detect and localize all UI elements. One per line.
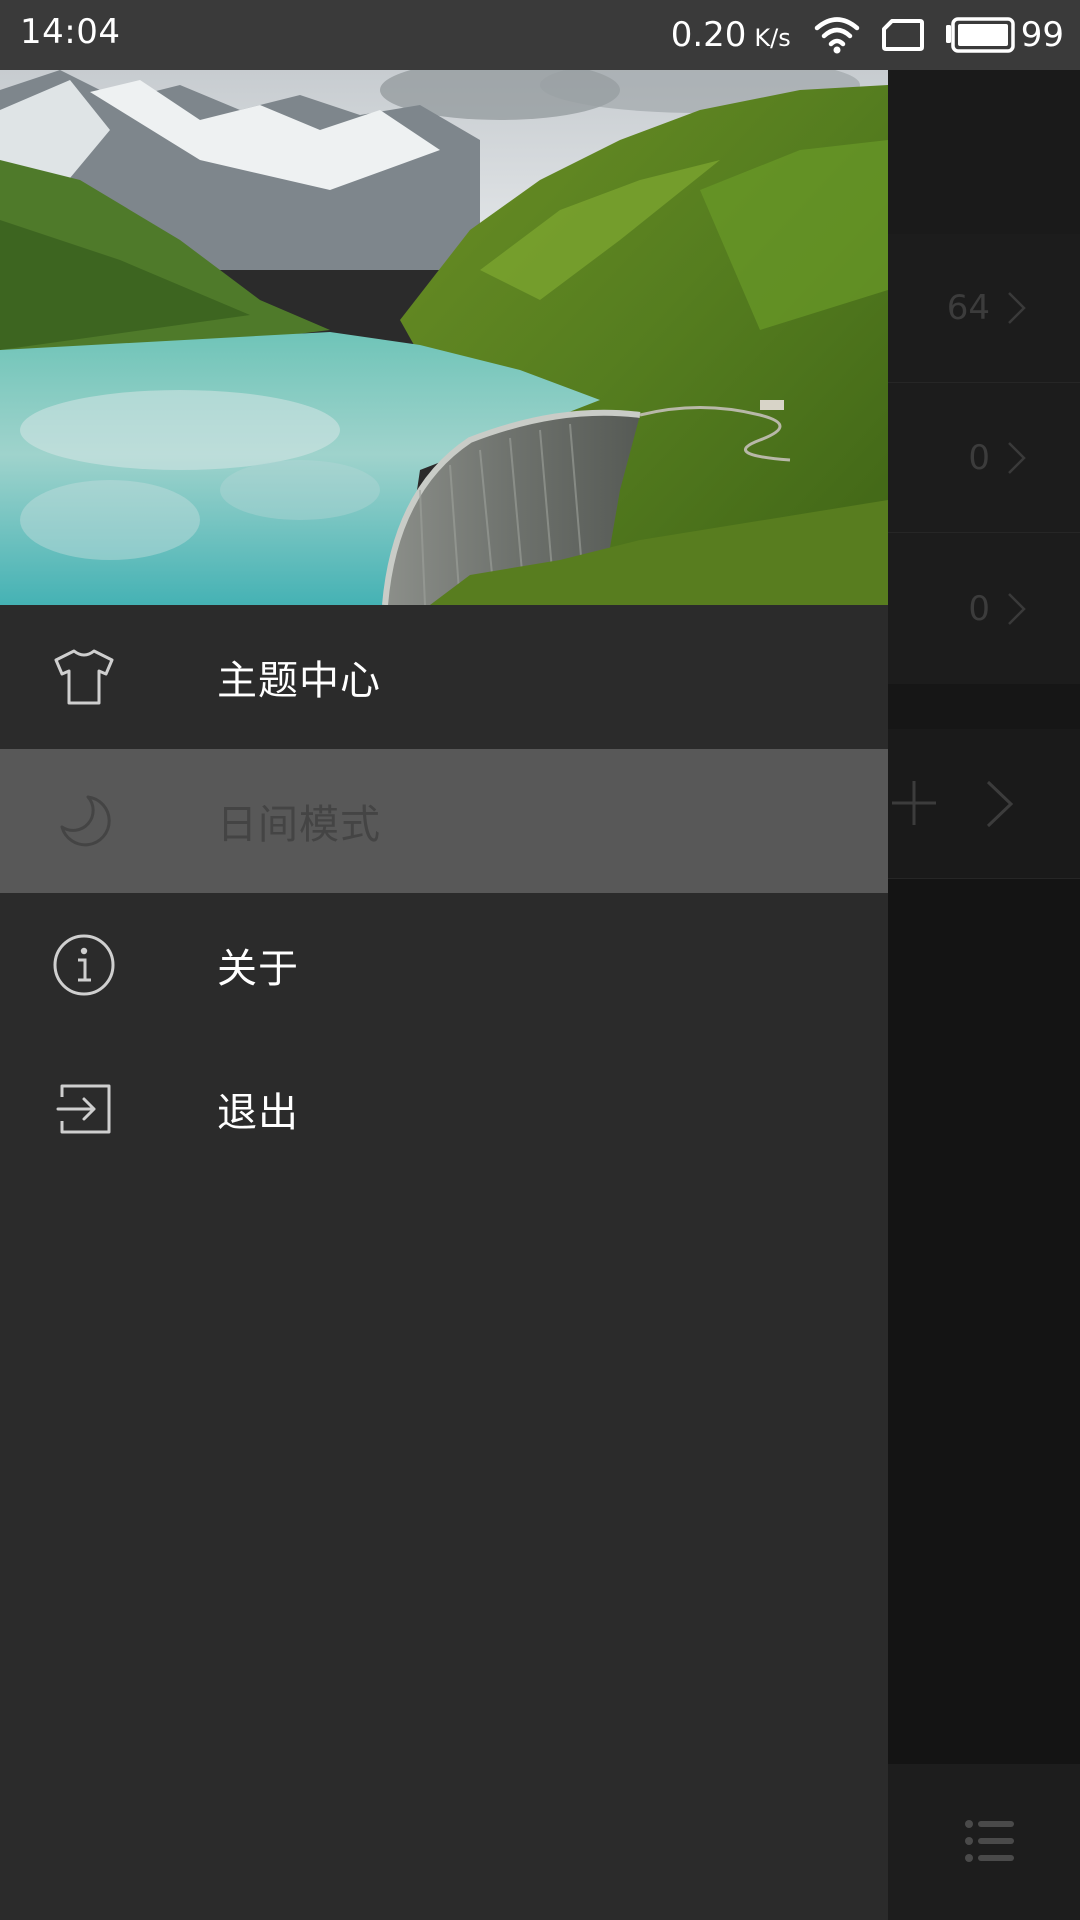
- plus-icon: [892, 781, 936, 825]
- row-value: 64: [946, 288, 990, 328]
- menu-item-day-mode[interactable]: 日间模式: [0, 749, 888, 893]
- drawer-menu: 主题中心 日间模式 关于 退出: [0, 605, 888, 1181]
- info-icon: [50, 931, 118, 999]
- menu-item-label: 日间模式: [217, 802, 381, 848]
- wifi-icon: [813, 15, 861, 55]
- row-value: 0: [968, 438, 990, 478]
- tshirt-icon: [50, 643, 118, 711]
- menu-item-label: 退出: [217, 1090, 299, 1136]
- navigation-drawer: 主题中心 日间模式 关于 退出: [0, 70, 888, 1920]
- status-time: 14:04: [20, 12, 121, 52]
- chevron-right-icon: [1008, 592, 1026, 625]
- drawer-header-image: [0, 70, 888, 605]
- list-menu-icon: [965, 1820, 1014, 1862]
- status-bar: 14:04 0.20 K/s 99: [0, 0, 1080, 70]
- chevron-right-icon: [1008, 442, 1026, 474]
- row-value: 0: [968, 588, 990, 629]
- moon-icon: [50, 787, 118, 855]
- battery-icon: [945, 16, 1015, 54]
- battery-level: 99: [1020, 15, 1064, 55]
- network-speed-value: 0.20: [670, 15, 747, 55]
- network-speed: 0.20 K/s: [671, 15, 791, 55]
- menu-item-about[interactable]: 关于: [0, 893, 888, 1037]
- menu-item-label: 关于: [217, 946, 299, 992]
- exit-icon: [50, 1075, 118, 1143]
- network-speed-unit: K/s: [754, 24, 791, 52]
- menu-item-label: 主题中心: [217, 658, 381, 704]
- menu-item-theme-center[interactable]: 主题中心: [0, 605, 888, 749]
- mountain-lake-dam-landscape: [0, 70, 888, 605]
- chevron-right-icon: [1008, 292, 1026, 324]
- sim-card-icon: [881, 18, 925, 52]
- chevron-right-icon: [986, 780, 1014, 828]
- menu-item-exit[interactable]: 退出: [0, 1037, 888, 1181]
- status-right-group: 0.20 K/s 99: [671, 10, 1064, 60]
